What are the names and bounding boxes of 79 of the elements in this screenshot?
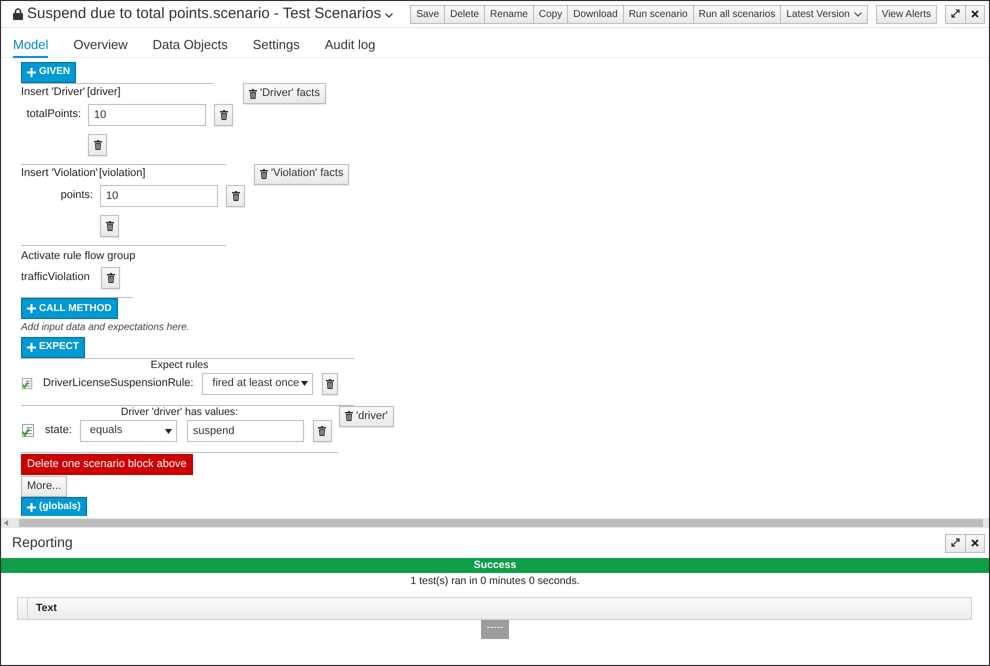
toolbar-button[interactable]: Rename	[484, 4, 534, 24]
trash-icon	[260, 169, 268, 180]
section-title: Driver 'driver' has values:	[120, 406, 240, 419]
pager-label: -----	[480, 620, 510, 640]
field-label: state:	[45, 424, 72, 438]
close-icon	[971, 538, 979, 547]
trash-icon	[318, 426, 326, 436]
summary-text: 1 test(s) ran in 0 minutes 0 seconds.	[409, 575, 581, 588]
plus-icon	[27, 68, 36, 77]
toolbar-button[interactable]: Run scenario	[622, 4, 694, 24]
plus-icon	[27, 342, 36, 352]
column-header: Text	[35, 601, 58, 616]
delete-button[interactable]	[214, 104, 233, 126]
value-field[interactable]: 10	[88, 104, 206, 126]
trash-icon	[220, 110, 228, 120]
hint-text: Add input data and expectations here.	[21, 322, 190, 335]
operator-select[interactable]: fired at least once	[202, 372, 313, 395]
fact-variable: [driver]	[87, 86, 121, 100]
panel-title: Reporting	[12, 534, 73, 552]
plus-icon	[27, 503, 36, 512]
close-button[interactable]	[965, 534, 985, 552]
rule-flow-group: trafficViolation	[21, 271, 101, 286]
close-icon	[971, 10, 979, 18]
maximize-icon	[951, 538, 960, 548]
version-dropdown[interactable]: Latest Version	[780, 4, 868, 24]
toolbar-button[interactable]: Save	[410, 4, 446, 24]
trash-icon	[106, 273, 114, 284]
tab[interactable]: Audit log	[324, 28, 376, 58]
tab[interactable]: Data Objects	[152, 28, 228, 58]
maximize-button[interactable]	[945, 4, 966, 24]
value-field[interactable]: suspend	[186, 420, 304, 442]
delete-button[interactable]	[88, 134, 107, 156]
maximize-button[interactable]	[945, 534, 966, 552]
checklist-icon	[22, 376, 33, 391]
maximize-icon	[951, 9, 960, 18]
remove-facts-button[interactable]: 'Violation' facts	[254, 164, 350, 185]
delete-button[interactable]	[101, 267, 120, 290]
tab[interactable]: Overview	[73, 28, 128, 58]
delete-block-button[interactable]: Delete one scenario block above	[21, 454, 193, 475]
trash-icon	[106, 220, 114, 230]
caret-icon	[300, 381, 308, 386]
section-title: Expect rules	[150, 358, 210, 372]
more-button[interactable]: More...	[21, 476, 68, 497]
caret-icon	[854, 12, 862, 16]
fact-title: Insert 'Violation'	[21, 166, 99, 180]
delete-button[interactable]	[226, 184, 245, 206]
trash-icon	[94, 140, 102, 150]
checklist-icon	[22, 424, 35, 438]
trash-icon	[345, 411, 353, 422]
delete-button[interactable]	[322, 372, 338, 395]
status-bar: Success	[1, 558, 989, 573]
fact-variable: [violation]	[99, 166, 146, 180]
toolbar-button[interactable]: Run all scenarios	[692, 4, 782, 24]
view-alerts-button[interactable]: View Alerts	[876, 4, 937, 24]
toolbar-button[interactable]: Copy	[532, 4, 568, 24]
trash-icon	[232, 190, 240, 200]
fact-title: Insert 'Driver'	[21, 86, 86, 100]
window-title: Suspend due to total points.scenario - Test Scenarios	[27, 4, 382, 24]
section-title: Activate rule flow group	[21, 250, 136, 264]
delete-button[interactable]	[312, 420, 332, 442]
tab[interactable]: Settings	[252, 28, 300, 58]
value-field[interactable]: 10	[100, 184, 218, 206]
operator-select[interactable]: equals	[80, 420, 177, 442]
remove-facts-button[interactable]: 'Driver' facts	[243, 83, 326, 104]
tab[interactable]: Model	[13, 28, 48, 58]
close-button[interactable]	[965, 4, 985, 24]
field-label: DriverLicenseSuspensionRule:	[42, 377, 194, 391]
scroll-left-icon	[4, 520, 9, 526]
caret-icon	[385, 13, 394, 18]
remove-fact-button[interactable]: 'driver'	[339, 406, 394, 427]
toolbar-button[interactable]: Delete	[444, 4, 486, 24]
caret-icon	[164, 428, 172, 434]
toolbar-button[interactable]: Download	[567, 4, 624, 24]
plus-icon	[27, 304, 36, 314]
delete-button[interactable]	[100, 214, 119, 236]
trash-icon	[326, 378, 334, 389]
field-label: totalPoints:	[26, 108, 81, 122]
trash-icon	[249, 88, 257, 98]
field-label: points:	[60, 188, 93, 202]
